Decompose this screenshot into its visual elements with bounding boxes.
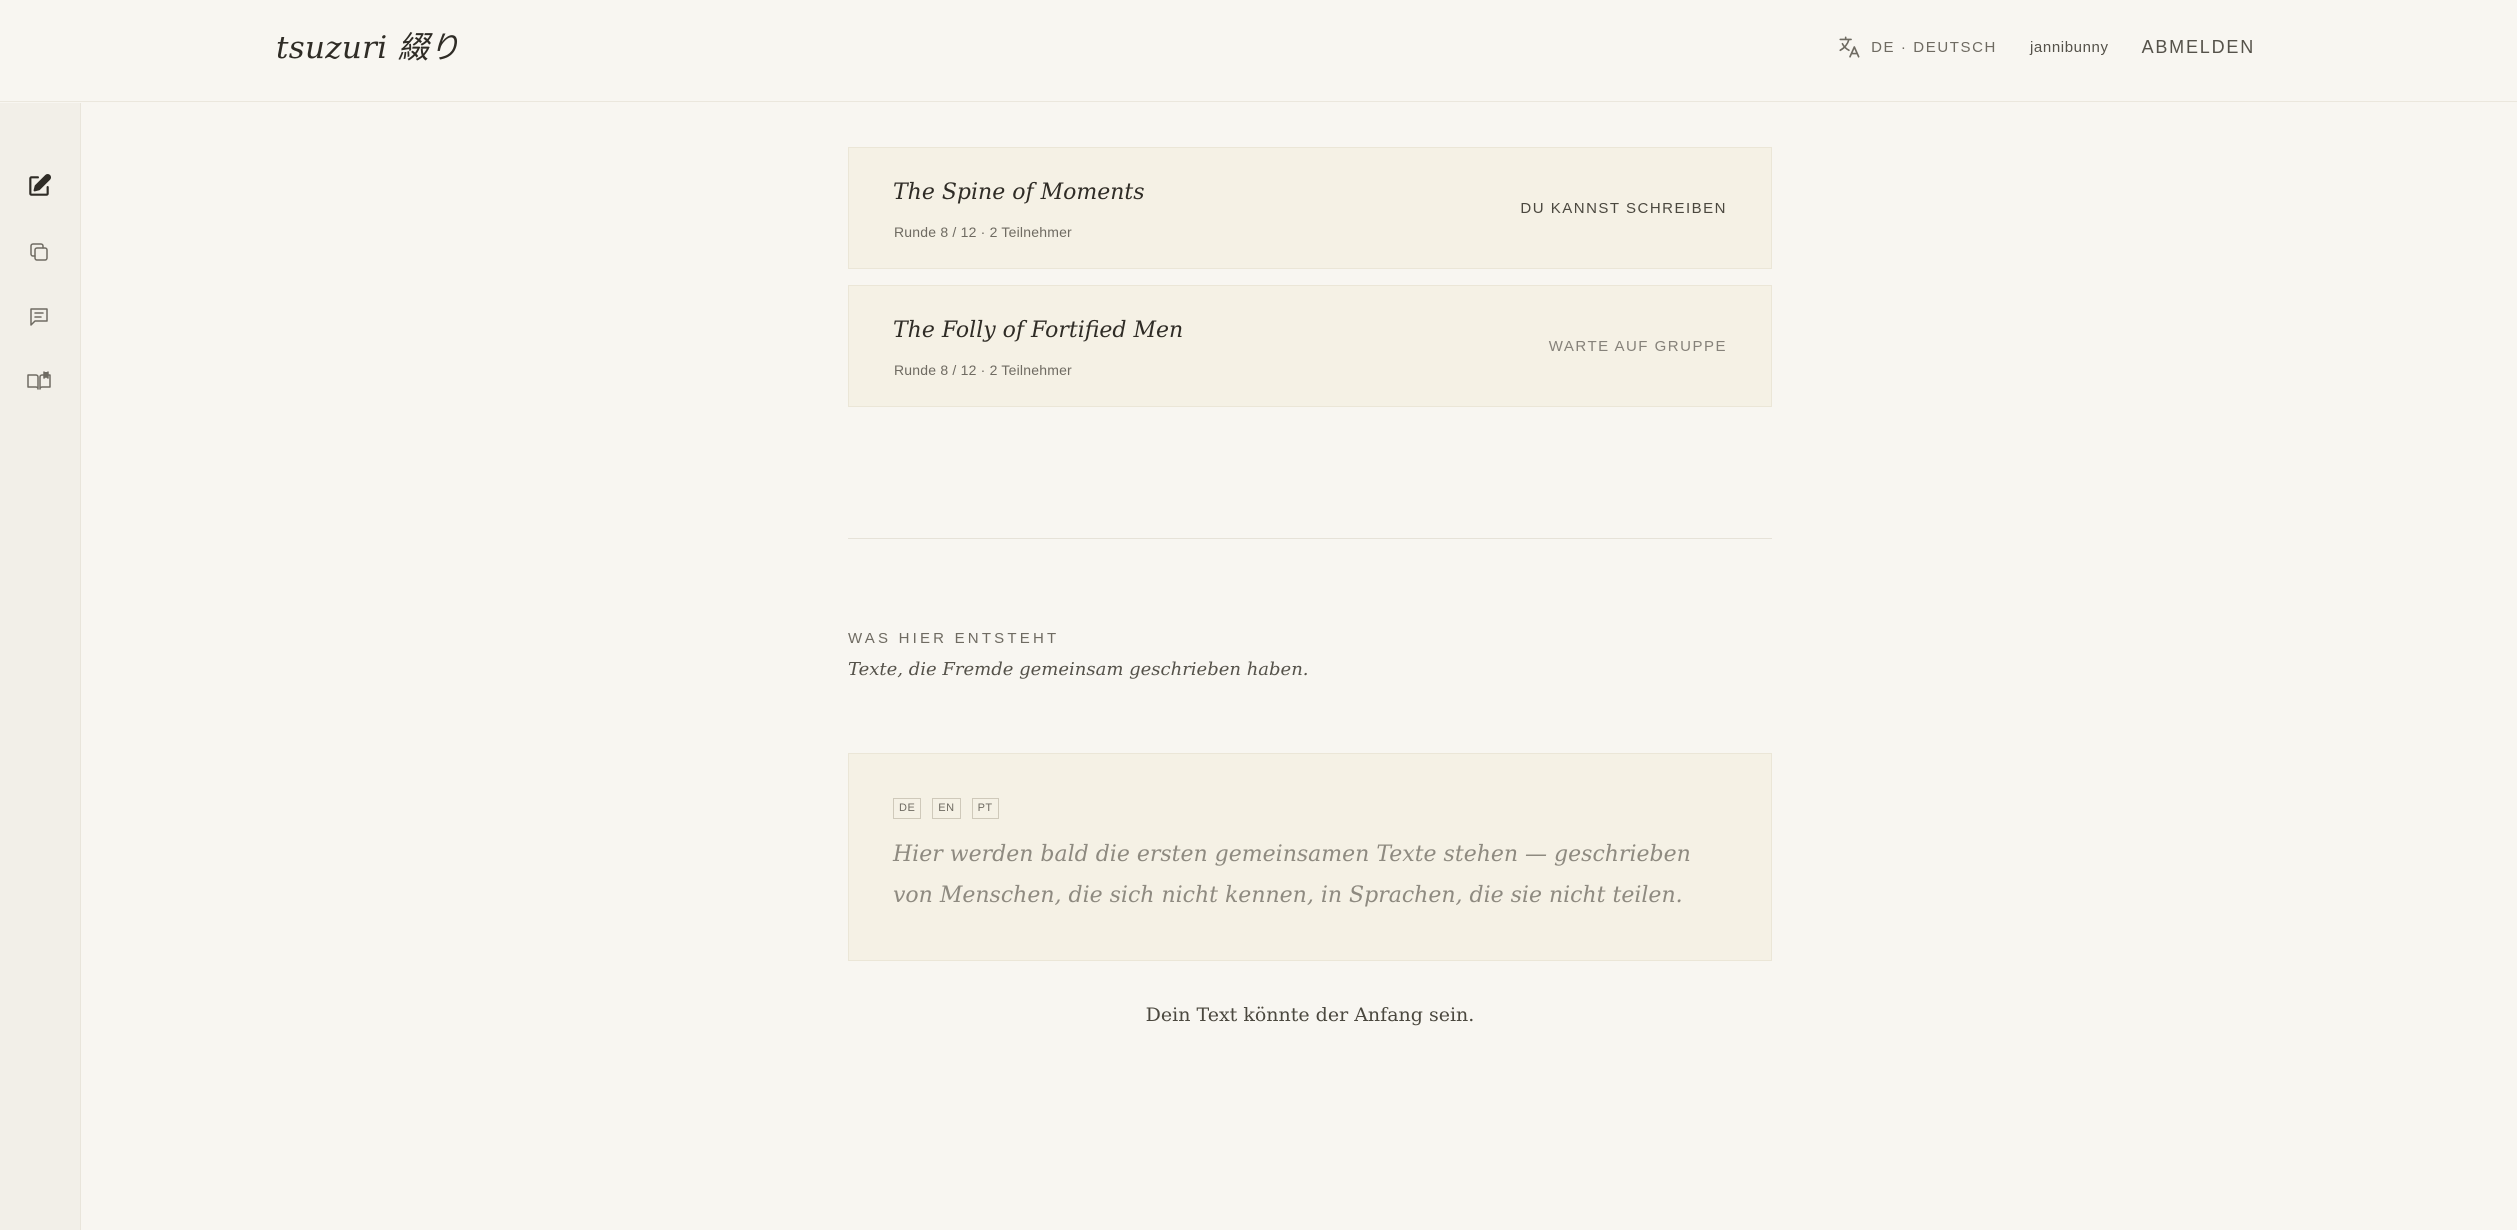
username[interactable]: jannibunny bbox=[2030, 39, 2109, 56]
language-tag: EN bbox=[932, 798, 961, 819]
game-card[interactable]: The Folly of Fortified Men Runde 8 / 12 … bbox=[848, 285, 1772, 407]
call-to-action-text: Dein Text könnte der Anfang sein. bbox=[1145, 1004, 1475, 1026]
game-card[interactable]: The Spine of Moments Runde 8 / 12 · 2 Te… bbox=[848, 147, 1772, 269]
game-meta: Runde 8 / 12 · 2 Teilnehmer bbox=[894, 224, 1072, 240]
game-title: The Folly of Fortified Men bbox=[893, 318, 1184, 343]
game-status[interactable]: DU KANNST SCHREIBEN bbox=[1520, 200, 1727, 217]
edit-icon bbox=[26, 173, 52, 204]
section-divider bbox=[848, 538, 1772, 539]
sidebar-item-messages[interactable] bbox=[24, 304, 54, 334]
sidebar bbox=[0, 103, 81, 1230]
sidebar-item-write[interactable] bbox=[24, 173, 54, 203]
language-tag: DE bbox=[893, 798, 922, 819]
language-tags: DE EN PT bbox=[893, 798, 1010, 819]
header-actions: DE · DEUTSCH jannibunny ABMELDEN bbox=[1837, 30, 2255, 64]
message-icon bbox=[27, 305, 51, 334]
sidebar-item-games[interactable] bbox=[24, 239, 54, 269]
story-placeholder-text: Hier werden bald die ersten gemeinsamen … bbox=[893, 842, 1691, 908]
game-title: The Spine of Moments bbox=[893, 180, 1145, 205]
app-logo[interactable]: tsuzuri 綴り bbox=[276, 22, 460, 67]
story-card: DE EN PT Hier werden bald die ersten gem… bbox=[848, 753, 1772, 961]
section-kicker: WAS HIER ENTSTEHT bbox=[848, 630, 1060, 647]
language-tag: PT bbox=[971, 798, 999, 819]
language-label: DE · DEUTSCH bbox=[1871, 38, 1997, 56]
translate-icon bbox=[1837, 34, 1863, 60]
game-status: WARTE AUF GRUPPE bbox=[1548, 338, 1727, 355]
top-header: tsuzuri 綴り DE · DEUTSCH jannibunny ABMEL… bbox=[0, 0, 2517, 102]
book-icon bbox=[26, 370, 52, 399]
section-subtitle: Texte, die Fremde gemeinsam geschrieben … bbox=[848, 659, 1309, 680]
game-meta: Runde 8 / 12 · 2 Teilnehmer bbox=[894, 362, 1072, 378]
sidebar-item-library[interactable] bbox=[24, 369, 54, 399]
language-switcher[interactable]: DE · DEUTSCH bbox=[1837, 34, 1997, 60]
copy-icon bbox=[27, 240, 51, 269]
logout-button[interactable]: ABMELDEN bbox=[2142, 37, 2255, 58]
